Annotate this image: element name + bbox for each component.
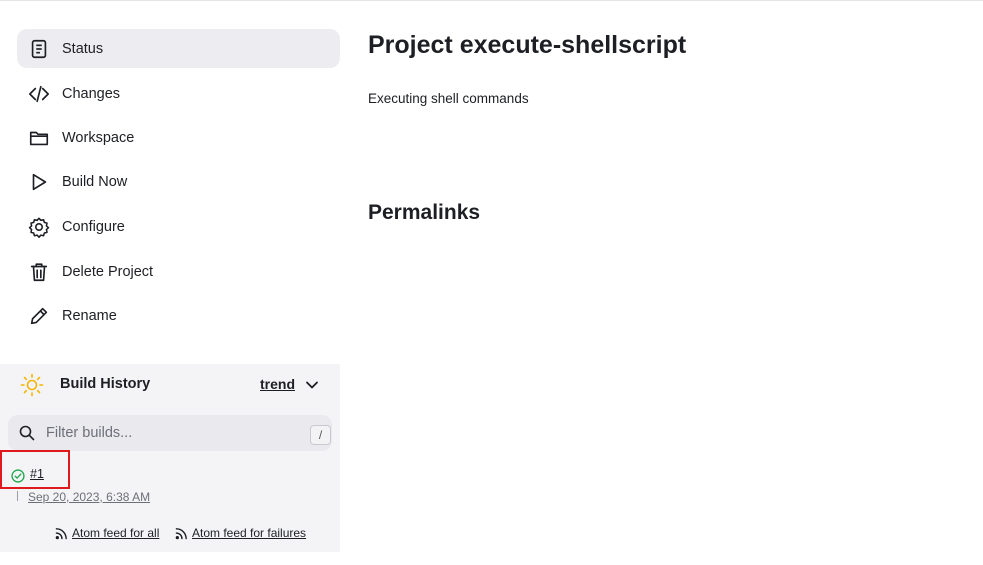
build-date-link[interactable]: Sep 20, 2023, 6:38 AM bbox=[28, 490, 150, 504]
keyboard-shortcut-hint: / bbox=[310, 425, 331, 445]
search-icon bbox=[19, 425, 35, 441]
sidebar-item-workspace[interactable]: Workspace bbox=[17, 118, 340, 157]
filter-builds-input[interactable] bbox=[46, 423, 296, 443]
atom-feed-failures-link[interactable]: Atom feed for failures bbox=[175, 526, 306, 540]
chevron-down-icon[interactable] bbox=[304, 377, 320, 393]
sidebar-item-changes[interactable]: Changes bbox=[17, 74, 340, 113]
atom-feed-all-link[interactable]: Atom feed for all bbox=[55, 526, 159, 540]
project-description: Executing shell commands bbox=[368, 91, 529, 106]
build-history-header: Build History trend bbox=[0, 364, 340, 406]
trash-icon bbox=[28, 261, 50, 283]
sidebar-item-label: Rename bbox=[62, 307, 117, 324]
sidebar-item-status[interactable]: Status bbox=[17, 29, 340, 68]
rss-icon bbox=[55, 527, 67, 539]
play-icon bbox=[28, 171, 50, 193]
filter-box: / bbox=[8, 415, 332, 451]
page-title: Project execute-shellscript bbox=[368, 31, 687, 59]
highlight-box bbox=[0, 450, 70, 489]
sidebar-item-label: Delete Project bbox=[62, 263, 154, 280]
sidebar-item-build-now[interactable]: Build Now bbox=[17, 162, 340, 201]
sidebar: Status Changes Workspace Build Now Confi bbox=[0, 0, 340, 565]
folder-icon bbox=[28, 127, 50, 149]
code-icon bbox=[28, 83, 50, 105]
atom-feed-failures-label: Atom feed for failures bbox=[192, 526, 307, 540]
gear-icon bbox=[28, 216, 50, 238]
sun-icon bbox=[20, 373, 44, 397]
sidebar-item-configure[interactable]: Configure bbox=[17, 207, 340, 246]
build-history-title: Build History bbox=[60, 376, 151, 392]
sidebar-item-label: Workspace bbox=[62, 129, 135, 146]
sidebar-item-label: Build Now bbox=[62, 173, 128, 190]
sidebar-item-delete-project[interactable]: Delete Project bbox=[17, 252, 340, 291]
document-icon bbox=[28, 38, 50, 60]
atom-feed-all-label: Atom feed for all bbox=[72, 526, 160, 540]
permalinks-heading: Permalinks bbox=[368, 201, 481, 224]
rss-icon bbox=[175, 527, 187, 539]
sidebar-item-rename[interactable]: Rename bbox=[17, 296, 340, 335]
build-date-divider bbox=[17, 491, 18, 501]
sidebar-item-label: Configure bbox=[62, 218, 125, 235]
atom-feeds: Atom feed for all Atom feed for failures bbox=[0, 514, 340, 552]
pencil-icon bbox=[28, 305, 50, 327]
sidebar-item-label: Status bbox=[62, 40, 104, 57]
trend-link[interactable]: trend bbox=[260, 376, 295, 392]
sidebar-item-label: Changes bbox=[62, 85, 121, 102]
